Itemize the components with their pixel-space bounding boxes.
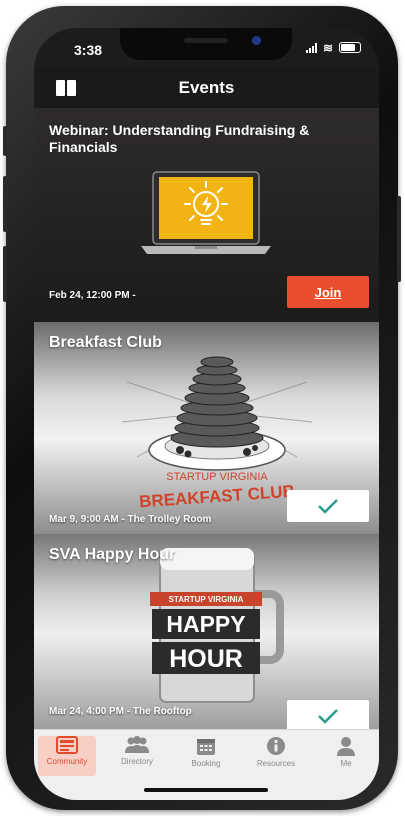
people-icon — [125, 736, 149, 753]
tab-me[interactable]: Me — [317, 736, 375, 776]
event-card-webinar[interactable]: Webinar: Understanding Fundraising & Fin… — [34, 108, 379, 322]
battery-icon — [339, 42, 361, 53]
tab-label: Booking — [191, 759, 221, 768]
tab-directory[interactable]: Directory — [108, 736, 166, 776]
event-card-breakfast-club[interactable]: STARTUP VIRGINIA BREAKFAST CLUB Breakfas… — [34, 322, 379, 534]
events-feed[interactable]: Webinar: Understanding Fundraising & Fin… — [34, 108, 379, 730]
signal-icon — [305, 42, 317, 53]
page-title: Events — [178, 78, 235, 97]
community-icon — [56, 736, 78, 754]
event-title: Webinar: Understanding Fundraising & Fin… — [49, 122, 310, 155]
home-indicator[interactable] — [144, 788, 268, 792]
tab-booking[interactable]: Booking — [177, 736, 235, 776]
attending-check-button[interactable] — [287, 700, 369, 730]
tab-community[interactable]: Community — [38, 736, 96, 776]
event-date: Mar 24, 4:00 PM - The Rooftop — [49, 706, 192, 717]
join-button[interactable]: Join — [287, 276, 369, 308]
pancakes-poster-image: STARTUP VIRGINIA BREAKFAST CLUB — [122, 356, 312, 512]
beer-mug-poster-image: STARTUP VIRGINIA HAPPY HOUR — [150, 548, 284, 703]
info-icon — [267, 737, 285, 755]
poster-top-text: STARTUP VIRGINIA — [169, 595, 244, 604]
nav-bar: Events — [34, 68, 379, 108]
tab-resources[interactable]: Resources — [247, 736, 305, 776]
event-title: SVA Happy Hour — [49, 546, 176, 563]
screen: 3:38 ≋ Events Webinar: Understanding Fun… — [34, 28, 379, 800]
poster-bottom-text: BREAKFAST CLUB — [139, 482, 296, 512]
wifi-icon: ≋ — [322, 40, 333, 55]
calendar-icon — [197, 739, 215, 755]
event-date: Feb 24, 12:00 PM - — [49, 290, 136, 301]
phone-frame: 3:38 ≋ Events Webinar: Understanding Fun… — [3, 6, 401, 810]
status-time: 3:38 — [74, 42, 103, 58]
checkmark-icon — [318, 499, 338, 514]
poster-line2-text: HOUR — [169, 645, 243, 673]
tab-label: Me — [340, 759, 352, 768]
notch — [120, 28, 292, 60]
event-title: Breakfast Club — [49, 334, 162, 351]
event-date: Mar 9, 9:00 AM - The Trolley Room — [49, 514, 212, 525]
tab-label: Resources — [256, 759, 296, 768]
tab-label: Community — [46, 757, 88, 766]
poster-top-text: STARTUP VIRGINIA — [166, 471, 268, 483]
tab-bar: Community Directory Booking Resources Me — [34, 729, 379, 800]
person-icon — [337, 737, 355, 756]
tab-label: Directory — [120, 757, 153, 766]
laptop-lightbulb-image — [141, 171, 271, 254]
checkmark-icon — [318, 709, 338, 724]
attending-check-button[interactable] — [287, 490, 369, 522]
poster-line1-text: HAPPY — [166, 611, 245, 637]
event-card-happy-hour[interactable]: STARTUP VIRGINIA HAPPY HOUR SVA Happy Ho… — [34, 534, 379, 730]
